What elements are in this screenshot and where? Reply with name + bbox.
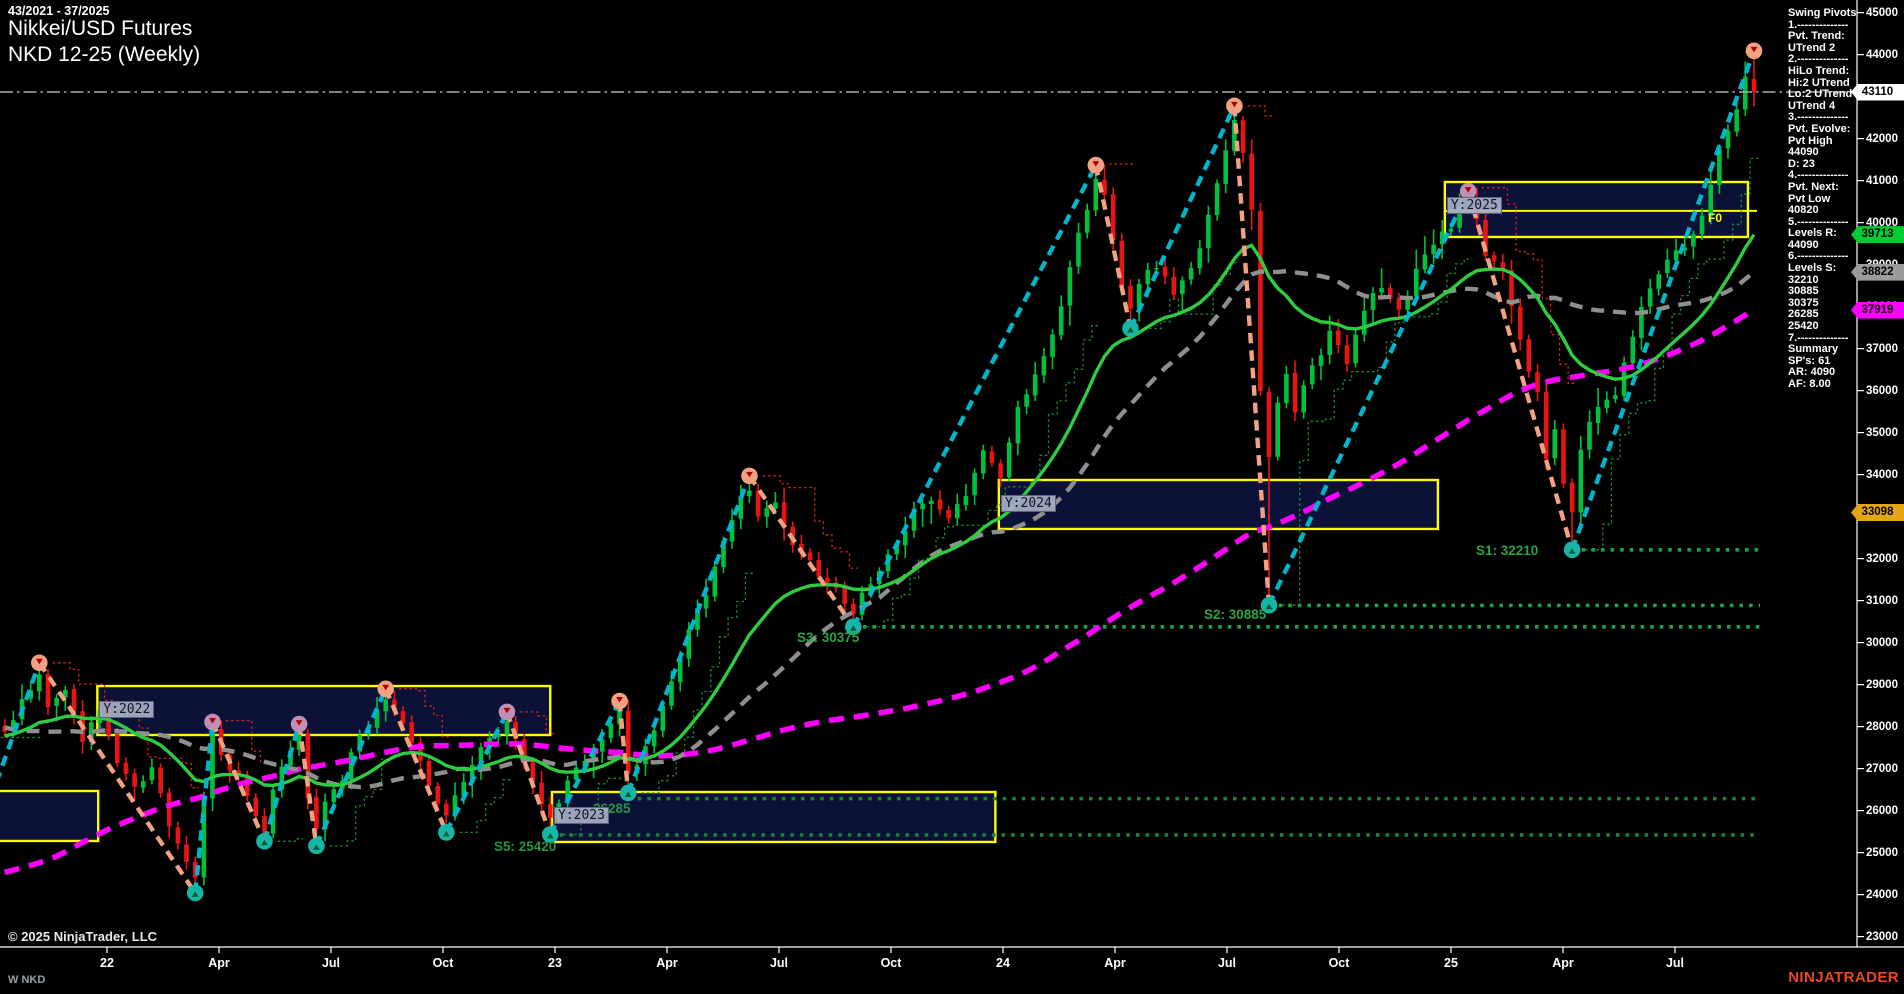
pivot-panel-line: 25420 xyxy=(1788,320,1819,333)
price-tick-label: 27000 xyxy=(1866,762,1898,775)
time-tick-label: Jul xyxy=(1665,956,1685,970)
copyright-watermark: © 2025 NinjaTrader, LLC xyxy=(8,929,158,944)
price-tick-label: 26000 xyxy=(1866,804,1898,817)
time-tick-label: Apr xyxy=(1552,956,1574,970)
pivot-panel-line: HiLo Trend: xyxy=(1788,64,1850,77)
time-tick-label: 25 xyxy=(1444,956,1458,970)
price-marker-chip: 43110 xyxy=(1851,83,1904,101)
price-tick-label: 31000 xyxy=(1866,594,1898,607)
price-marker-chip: 38822 xyxy=(1851,263,1904,281)
support-level-label: S2: 30885 xyxy=(1204,607,1267,622)
year-box-label-chip[interactable]: Y:2022 xyxy=(99,701,155,719)
ninjatrader-chart-window: 43/2021 - 37/2025 Nikkei/USD Futures NKD… xyxy=(0,0,1904,994)
chart-plot-area[interactable] xyxy=(0,0,1904,994)
price-tick-label: 44000 xyxy=(1866,48,1898,61)
pivot-panel-line: 44090 xyxy=(1788,146,1819,159)
price-tick-label: 35000 xyxy=(1866,426,1898,439)
time-tick-label: Jul xyxy=(321,956,341,970)
pivot-panel-line: Swing Pivots xyxy=(1788,7,1857,19)
year-box-label-chip[interactable]: Y:2023 xyxy=(553,807,609,824)
price-marker-chip: 39713 xyxy=(1851,226,1904,244)
price-tick-label: 32000 xyxy=(1866,552,1898,565)
price-tick-label: 37000 xyxy=(1866,342,1898,355)
time-tick-label: Jul xyxy=(1217,956,1237,970)
price-tick-label: 30000 xyxy=(1866,636,1898,649)
time-tick-label: Apr xyxy=(656,956,678,970)
year-range-box xyxy=(997,478,1440,531)
swing-pivots-panel: Swing Pivots 1.-------------- Pvt. Trend: U… xyxy=(1788,7,1866,391)
time-tick-label: Oct xyxy=(880,956,902,970)
chart-title: Nikkei/USD Futures xyxy=(8,17,193,40)
chart-subtitle: NKD 12-25 (Weekly) xyxy=(8,43,201,66)
pivot-panel-line: AF: 8.00 xyxy=(1788,378,1831,390)
price-tick-label: 24000 xyxy=(1866,888,1898,901)
down-candle-wicks xyxy=(3,50,1755,893)
price-tick-label: 28000 xyxy=(1866,720,1898,733)
support-level-label: S5: 25420 xyxy=(494,839,557,854)
year-box-label-chip[interactable]: Y:2024 xyxy=(1000,494,1056,512)
price-tick-label: 41000 xyxy=(1866,174,1898,187)
price-tick-label: 25000 xyxy=(1866,846,1898,859)
zigzag-upleg-line xyxy=(0,50,1757,894)
date-range-label: 43/2021 - 37/2025 xyxy=(8,4,110,18)
year-range-box xyxy=(96,684,552,737)
price-tick-label: 45000 xyxy=(1866,6,1898,19)
time-tick-label: 23 xyxy=(548,956,562,970)
price-tick-label: 42000 xyxy=(1866,132,1898,145)
time-tick-label: 24 xyxy=(996,956,1010,970)
pivot-panel-line: 40820 xyxy=(1788,204,1819,217)
time-tick-label: Oct xyxy=(432,956,454,970)
price-marker-chip: 33098 xyxy=(1851,503,1904,521)
price-tick-label: 36000 xyxy=(1866,384,1898,397)
time-tick-label: Apr xyxy=(1104,956,1126,970)
year-box-label-chip[interactable]: Y:2025 xyxy=(1446,197,1502,214)
year-range-box xyxy=(0,789,100,843)
ninjatrader-logo: NINJATRADER xyxy=(1788,969,1899,986)
time-tick-label: 22 xyxy=(100,956,114,970)
support-level-label: S3: 30375 xyxy=(797,630,860,645)
price-tick-label: 34000 xyxy=(1866,468,1898,481)
time-tick-label: Apr xyxy=(208,956,230,970)
instrument-watermark: W NKD xyxy=(8,974,46,986)
time-tick-label: Oct xyxy=(1328,956,1350,970)
price-marker-chip: 37919 xyxy=(1851,301,1904,319)
fib-level-label: F0 xyxy=(1708,211,1723,225)
price-tick-label: 29000 xyxy=(1866,678,1898,691)
pivot-panel-line: Pvt. Evolve: xyxy=(1788,122,1851,135)
support-level-label: S1: 32210 xyxy=(1476,543,1539,558)
time-tick-label: Jul xyxy=(769,956,789,970)
price-tick-label: 23000 xyxy=(1866,930,1898,943)
pivot-panel-line: Pvt. Next: xyxy=(1788,180,1839,193)
